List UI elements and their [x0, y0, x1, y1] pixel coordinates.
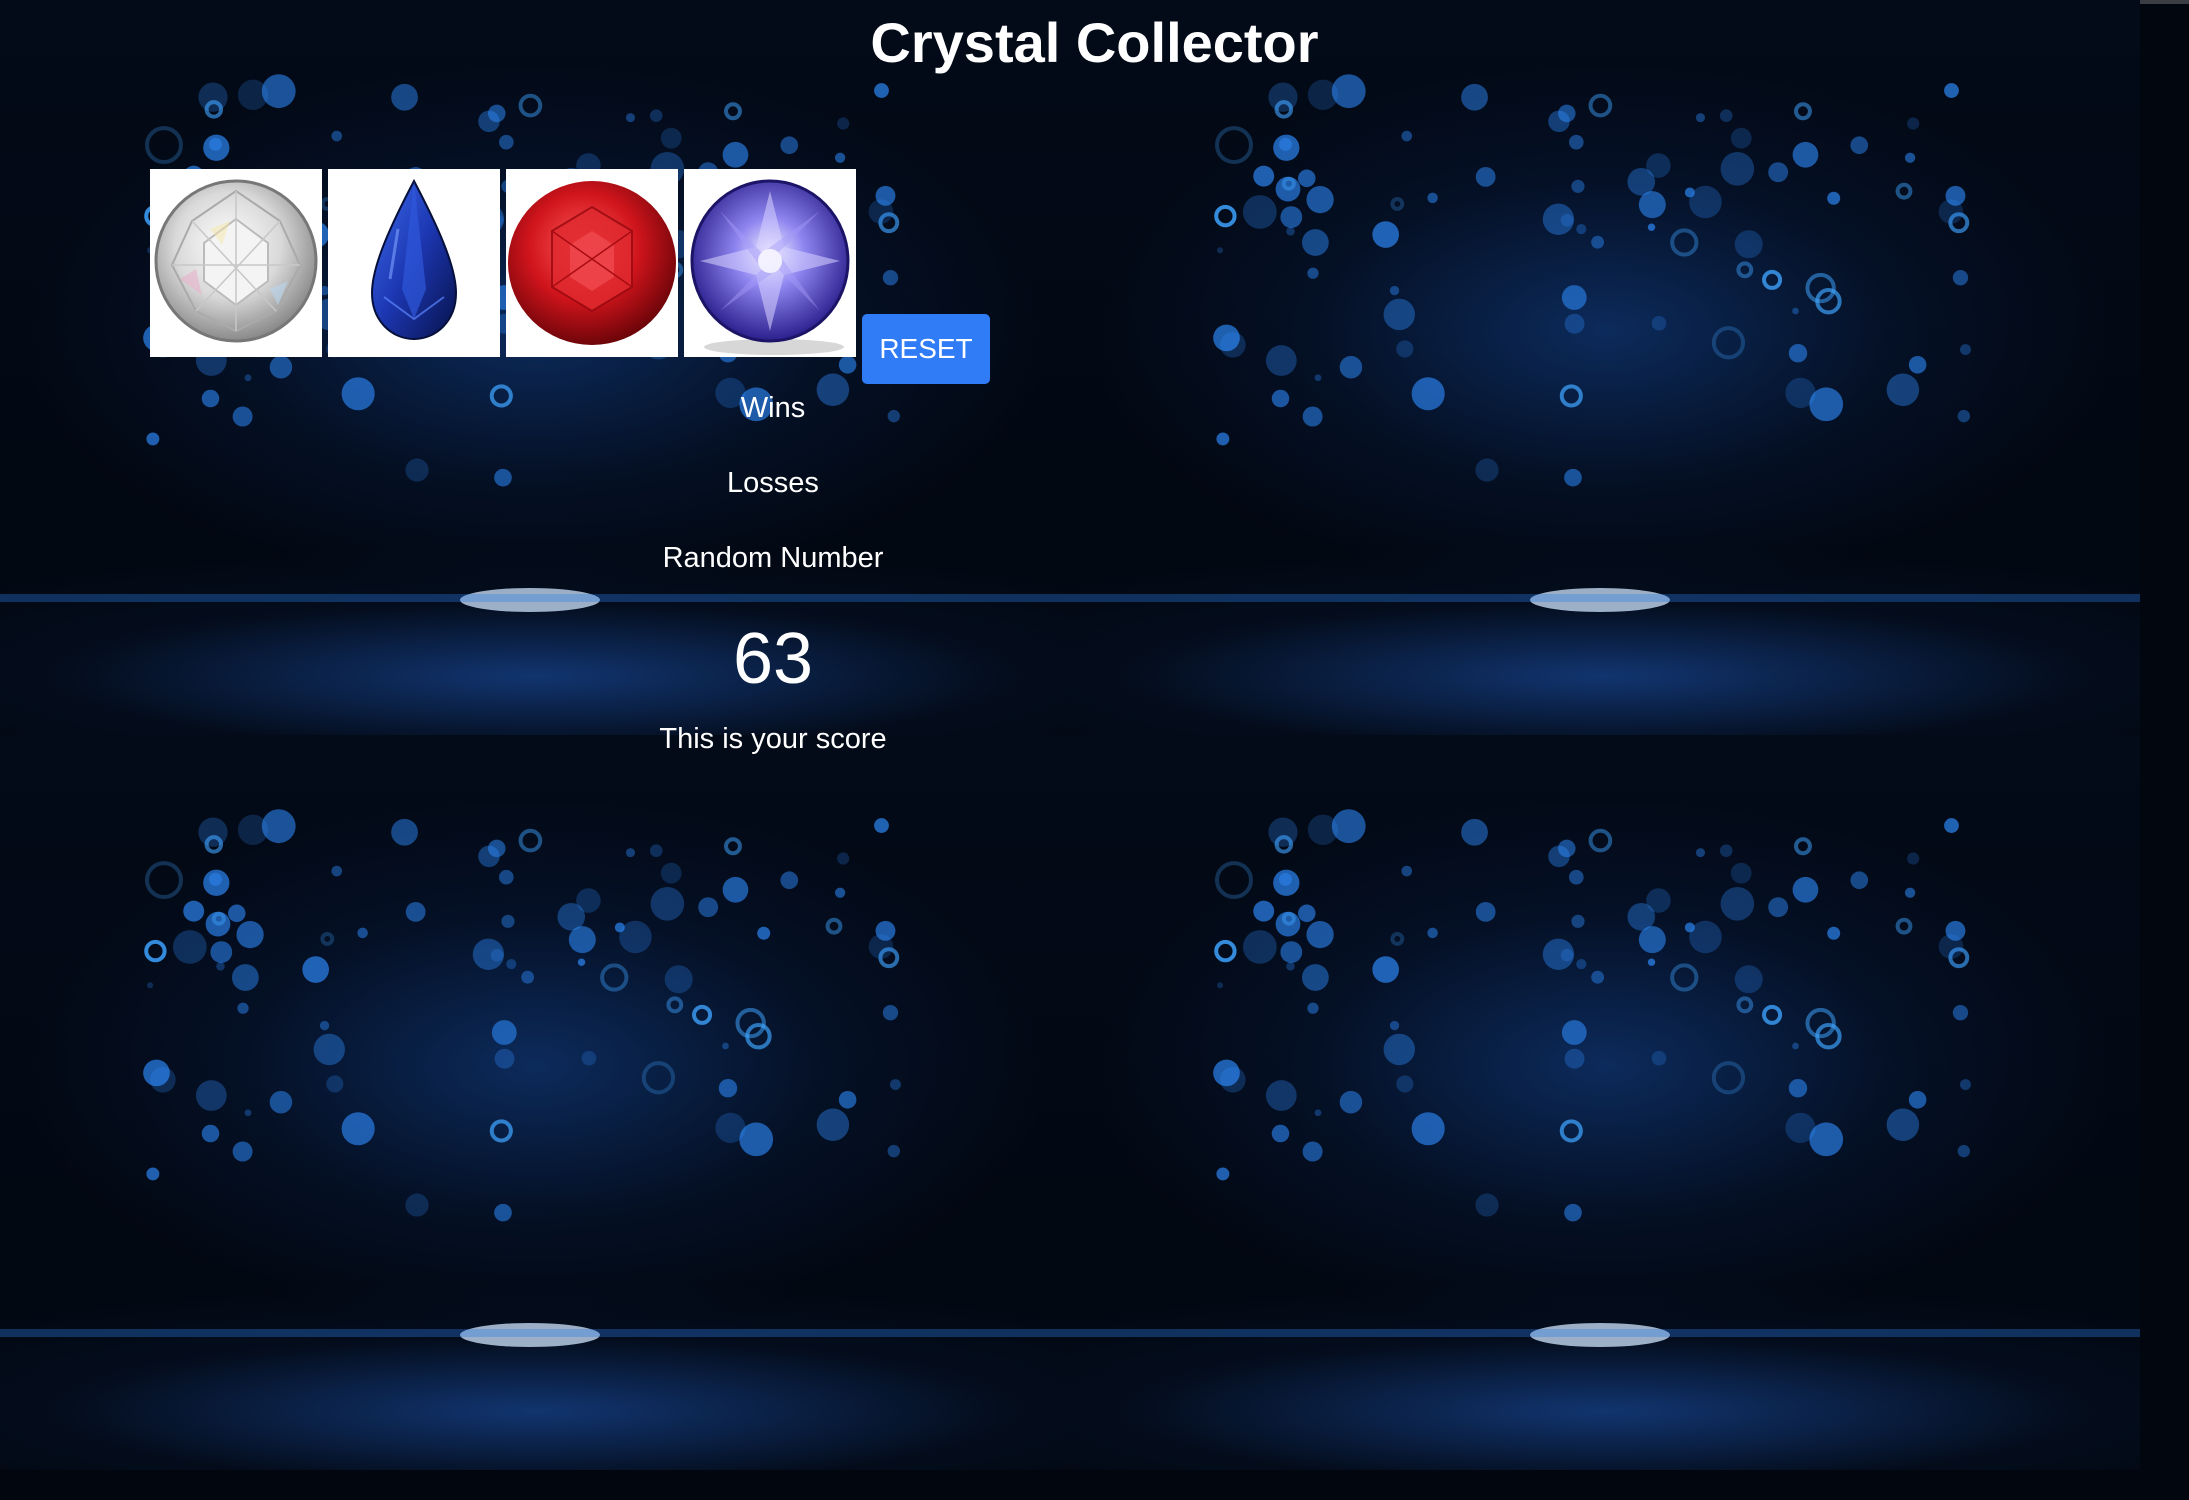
- crystal-amethyst[interactable]: [684, 169, 856, 357]
- score-value: 63: [732, 619, 814, 699]
- amethyst-icon: [690, 179, 850, 355]
- score-label: This is your score: [659, 723, 887, 755]
- sapphire-icon: [370, 178, 458, 341]
- diamond-icon: [154, 179, 318, 343]
- losses-label: Losses: [727, 467, 819, 499]
- background-tile: [1070, 0, 2140, 735]
- wins-label: Wins: [740, 392, 806, 424]
- random-number-label: Random Number: [662, 542, 884, 574]
- crystal-ruby[interactable]: [506, 169, 678, 357]
- page-title: Crystal Collector: [870, 11, 1319, 74]
- crystal-sapphire[interactable]: [328, 169, 500, 357]
- background-tile: [1070, 735, 2140, 1470]
- ruby-icon: [508, 181, 676, 345]
- crystal-diamond[interactable]: [150, 169, 322, 357]
- reset-button[interactable]: RESET: [862, 314, 990, 384]
- background-tile: [0, 735, 1070, 1470]
- game-page: Crystal Collector RESET Wins Losses Rand…: [0, 0, 2189, 1500]
